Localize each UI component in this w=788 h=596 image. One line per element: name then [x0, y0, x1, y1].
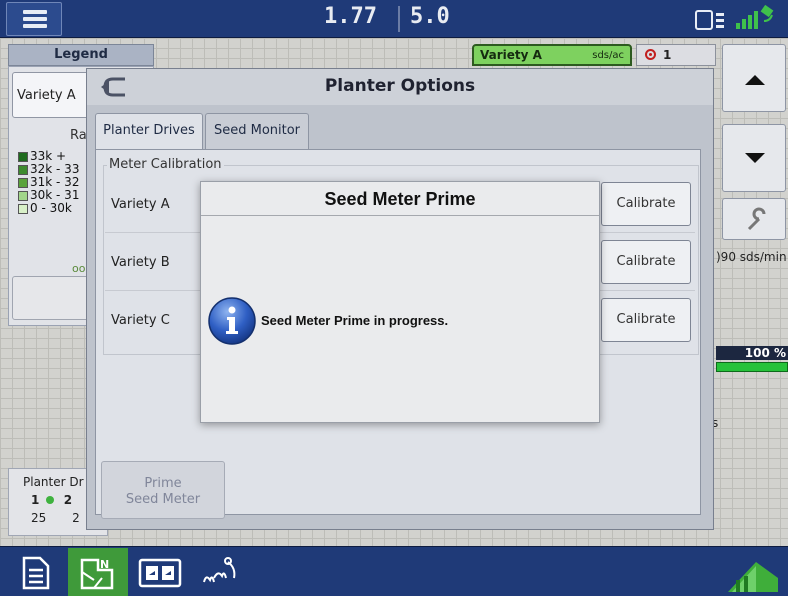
variety-rate-tab[interactable]: Variety A sds/ac	[472, 44, 632, 66]
info-icon	[208, 297, 256, 345]
legend-swatch	[18, 203, 28, 214]
variety-tab-label: Variety A	[480, 48, 542, 62]
gps-signal-icon	[736, 4, 774, 29]
variety-b-label: Variety B	[111, 255, 170, 270]
top-bar: 1.77 5.0	[0, 0, 788, 38]
seed-rate-readout: )90 sds/min	[716, 250, 787, 264]
wrench-icon	[747, 207, 766, 231]
meter-calibration-label: Meter Calibration	[107, 157, 224, 172]
field-map-icon[interactable]: N	[68, 548, 128, 596]
wrench-button[interactable]	[722, 198, 786, 240]
variety-tab-unit: sds/ac	[592, 50, 624, 61]
seed-icon[interactable]	[192, 548, 252, 596]
top-value-2: 5.0	[410, 4, 450, 29]
status-icons[interactable]	[690, 3, 782, 35]
percent-bar	[716, 362, 788, 372]
legend-small-text: oo	[72, 262, 86, 275]
variety-a-label: Variety A	[111, 197, 170, 212]
prime-seed-meter-button: Prime Seed Meter	[101, 461, 225, 519]
calibrate-variety-a-button[interactable]: Calibrate	[601, 182, 691, 226]
back-icon[interactable]	[91, 73, 137, 101]
svg-text:N: N	[100, 558, 109, 571]
tab-planter-drives[interactable]: Planter Drives	[95, 113, 203, 149]
legend-settings-button[interactable]	[12, 276, 92, 320]
top-separator	[398, 6, 400, 32]
calibrate-variety-c-button[interactable]: Calibrate	[601, 298, 691, 342]
split-view-icon[interactable]	[130, 548, 190, 596]
connection-status-icon	[695, 10, 724, 30]
planter-options-title: Planter Options	[87, 69, 713, 105]
arrow-up-icon	[745, 75, 765, 85]
legend-rate-label: Ra	[70, 128, 87, 143]
legend-item: 0 - 30k	[18, 202, 79, 215]
scroll-down-button[interactable]	[722, 124, 786, 192]
modal-message: Seed Meter Prime in progress.	[261, 313, 449, 328]
scroll-up-button[interactable]	[722, 44, 786, 112]
legend-header: Legend	[8, 44, 154, 66]
arrow-down-icon	[745, 153, 765, 163]
variety-c-label: Variety C	[111, 313, 170, 328]
legend-list: 33k + 32k - 33 31k - 32 30k - 31 0 - 30k	[18, 150, 79, 215]
seed-meter-prime-modal: Seed Meter Prime Seed Meter Prime in pro…	[200, 181, 600, 423]
calibrate-variety-b-button[interactable]: Calibrate	[601, 240, 691, 284]
menu-icon[interactable]	[6, 2, 62, 36]
bottom-toolbar: N	[0, 546, 788, 596]
top-value-1: 1.77	[324, 4, 377, 29]
home-icon[interactable]	[722, 548, 784, 596]
alert-icon	[645, 49, 656, 60]
legend-swatch	[18, 151, 28, 162]
alert-tab[interactable]: 1	[636, 44, 716, 66]
alert-count: 1	[663, 48, 672, 62]
legend-swatch	[18, 177, 28, 188]
drive-status-icon	[45, 496, 54, 504]
percent-readout: 100 %	[716, 346, 788, 360]
modal-title: Seed Meter Prime	[201, 182, 599, 216]
legend-swatch	[18, 190, 28, 201]
tab-seed-monitor[interactable]: Seed Monitor	[205, 113, 309, 149]
document-icon[interactable]	[6, 548, 66, 596]
legend-variety-button[interactable]: Variety A	[12, 72, 92, 118]
legend-swatch	[18, 164, 28, 175]
